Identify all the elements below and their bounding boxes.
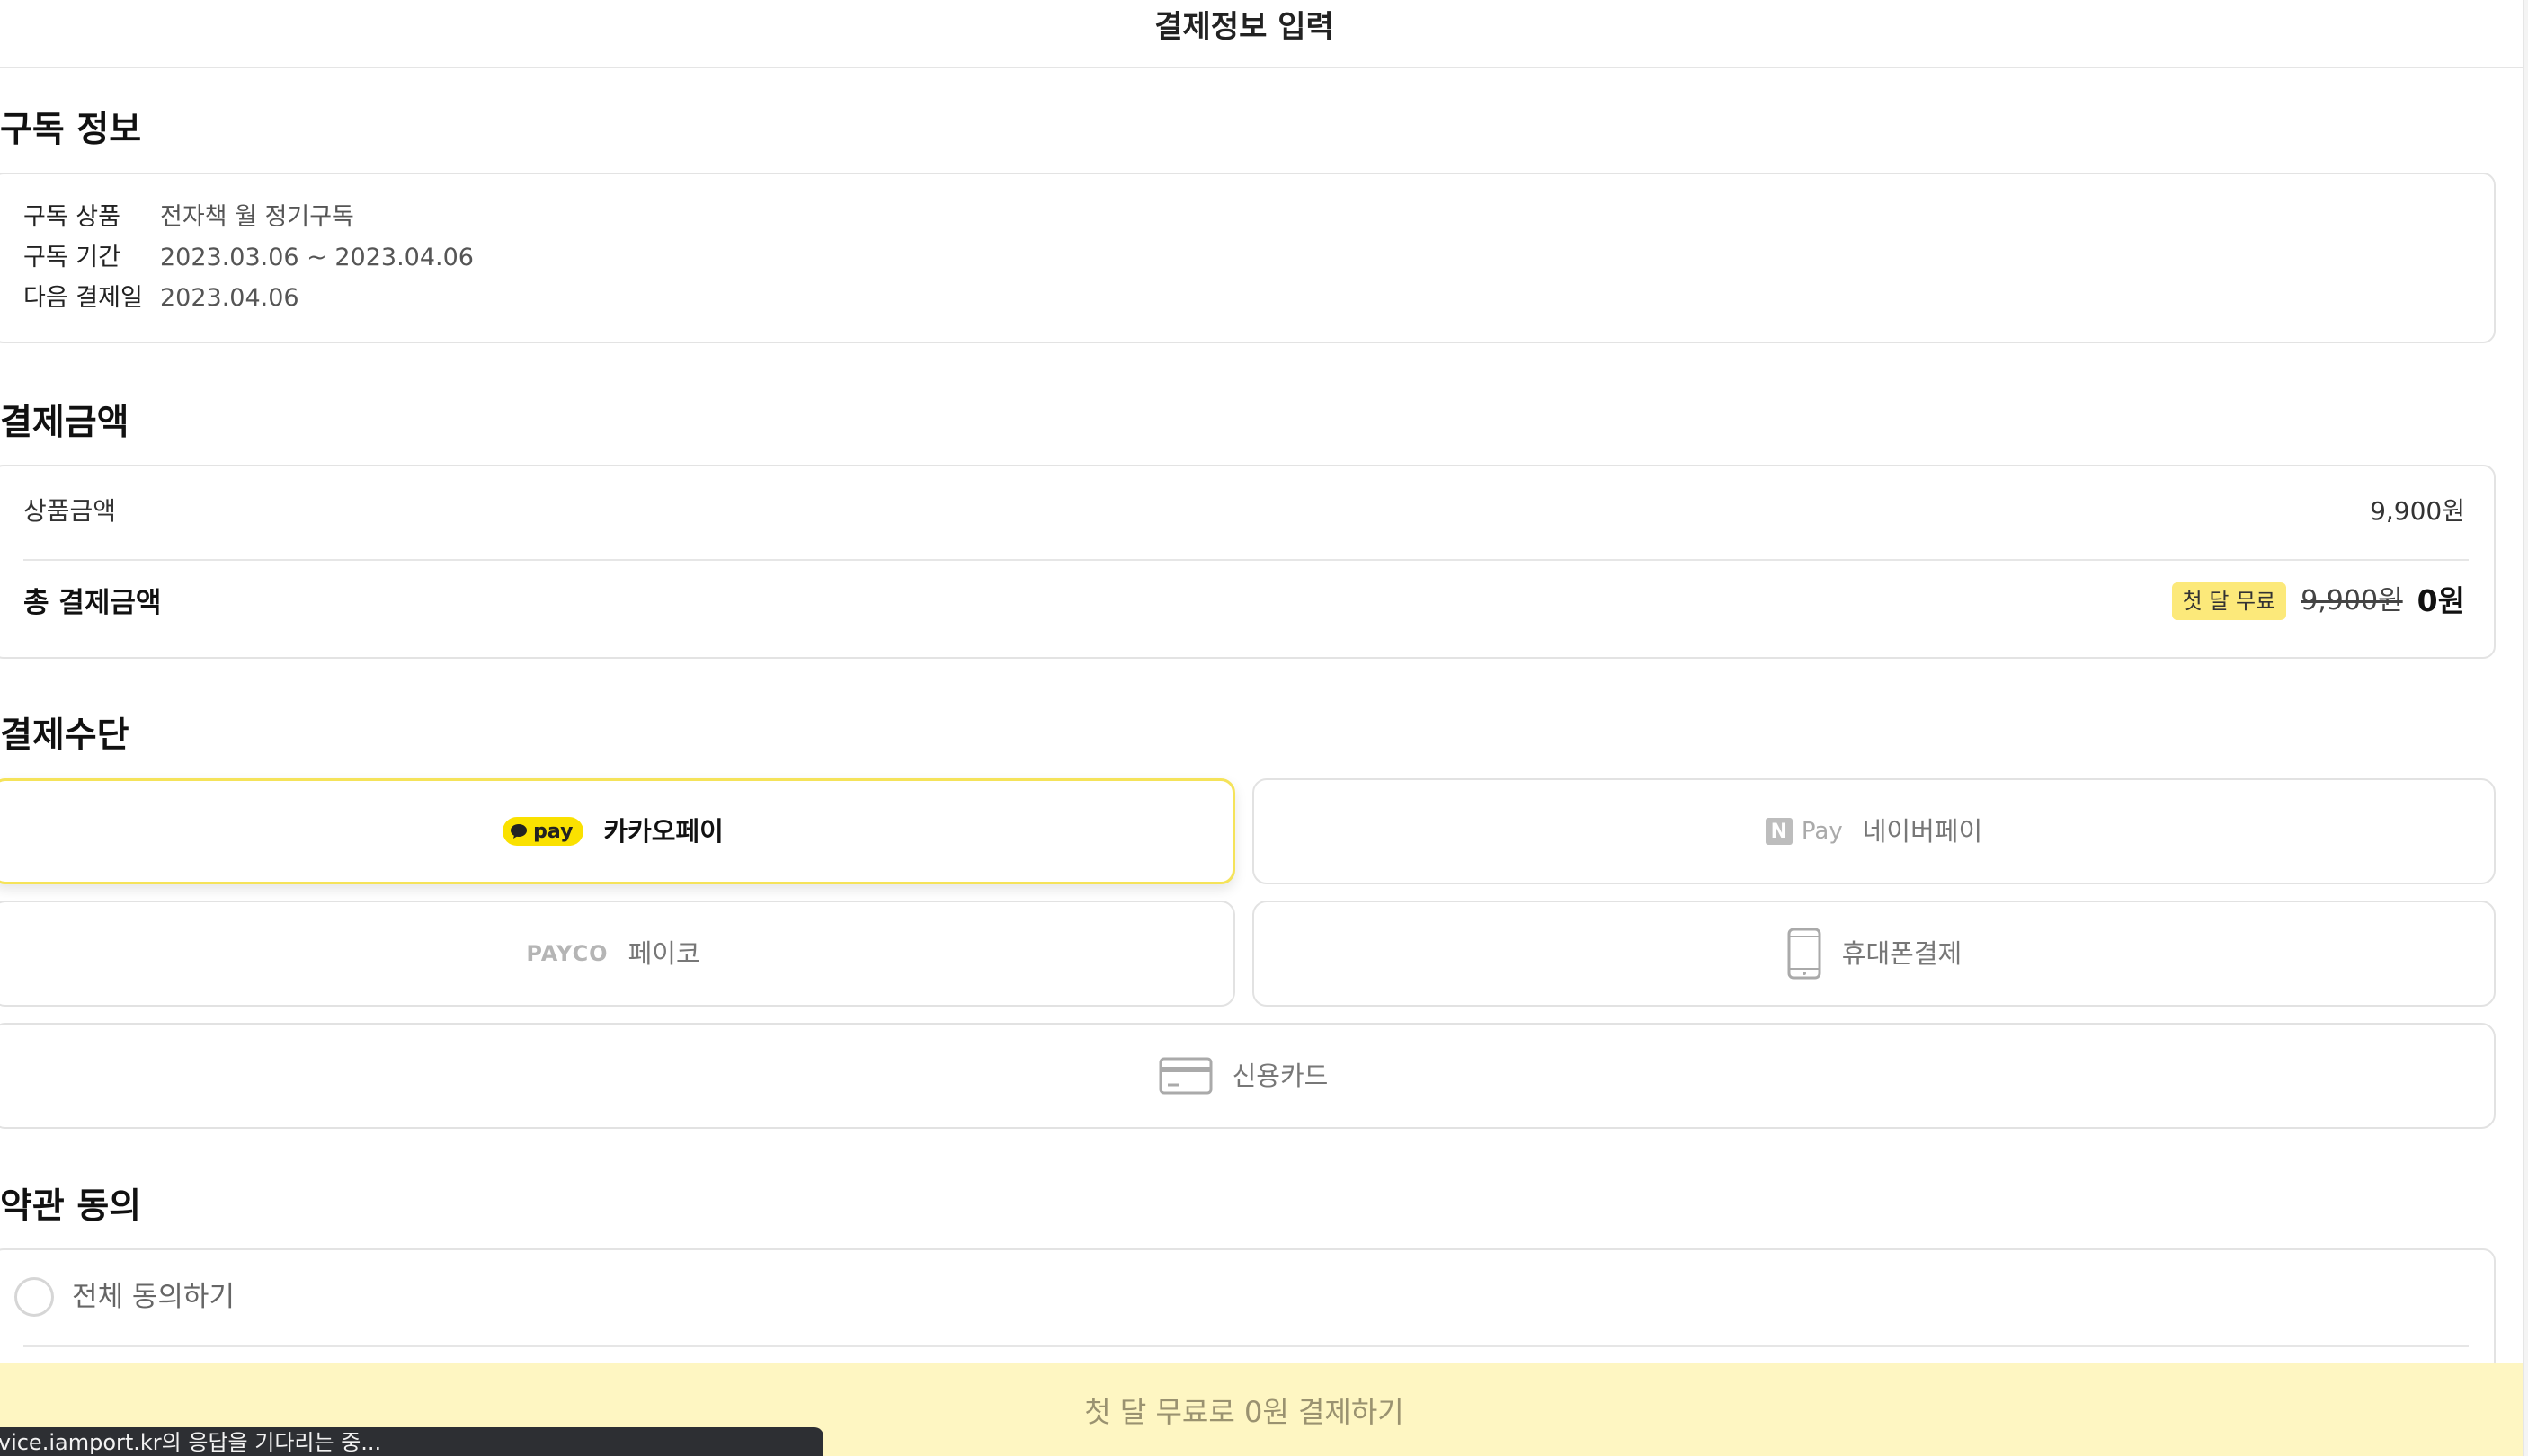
- status-text: rvice.iamport.kr의 응답을 기다리는 중...: [0, 1430, 382, 1455]
- credit-card-label: 신용카드: [1232, 1061, 1329, 1091]
- next-payment-row: 다음 결제일 2023.04.06: [23, 279, 299, 318]
- credit-card-button[interactable]: 신용카드: [0, 1023, 2496, 1129]
- payco-button[interactable]: PAYCO 페이코: [0, 901, 1235, 1007]
- final-price: 0원: [2417, 583, 2465, 618]
- subscription-period-value: 2023.03.06 ~ 2023.04.06: [160, 244, 474, 271]
- pay-now-label: 첫 달 무료로 0원 결제하기: [1084, 1395, 1404, 1429]
- next-payment-value: 2023.04.06: [160, 284, 299, 312]
- kakaopay-button[interactable]: pay 카카오페이: [0, 778, 1235, 884]
- subscription-info-card: 구독 상품 전자책 월 정기구독 구독 기간 2023.03.06 ~ 2023.0…: [0, 173, 2496, 343]
- browser-status-bar: rvice.iamport.kr의 응답을 기다리는 중...: [0, 1427, 823, 1456]
- kakao-pay-logo: pay: [503, 817, 584, 846]
- total-amount-label: 총 결제금액: [23, 587, 162, 619]
- agree-all-checkbox[interactable]: [14, 1277, 54, 1317]
- amount-divider: [23, 559, 2469, 561]
- naver-n-icon: N: [1765, 818, 1793, 845]
- amount-card: 상품금액 9,900원 총 결제금액 첫 달 무료 9,900원 0원: [0, 465, 2496, 659]
- terms-divider: [23, 1345, 2469, 1347]
- total-amount-group: 첫 달 무료 9,900원 0원: [2171, 580, 2465, 623]
- payment-method-section-title: 결제수단: [0, 715, 129, 756]
- subscription-product-label: 구독 상품: [23, 203, 120, 231]
- terms-section-title: 약관 동의: [0, 1186, 142, 1227]
- kakao-pay-logo-text: pay: [533, 820, 574, 843]
- payco-logo: PAYCO: [526, 941, 609, 966]
- original-price: 9,900원: [2301, 585, 2403, 617]
- subscription-period-row: 구독 기간 2023.03.06 ~ 2023.04.06: [23, 238, 474, 278]
- naver-pay-logo: N Pay: [1765, 818, 1843, 845]
- right-gutter: [2523, 0, 2528, 1456]
- subscription-section-title: 구독 정보: [0, 110, 142, 150]
- payco-label: 페이코: [628, 938, 700, 969]
- naverpay-label: 네이버페이: [1862, 816, 1983, 847]
- page-header: 결제정보 입력: [0, 0, 2523, 68]
- phone-payment-button[interactable]: 휴대폰결제: [1252, 901, 2496, 1007]
- first-month-free-badge: 첫 달 무료: [2171, 582, 2287, 620]
- product-amount-label: 상품금액: [23, 496, 117, 526]
- next-payment-label: 다음 결제일: [23, 284, 143, 312]
- payment-page: 결제정보 입력 구독 정보 구독 상품 전자책 월 정기구독 구독 기간 2023.…: [0, 0, 2528, 1456]
- naver-pay-logo-text: Pay: [1801, 818, 1843, 845]
- mobile-phone-icon: [1787, 928, 1821, 980]
- amount-section-title: 결제금액: [0, 403, 129, 443]
- product-amount-value: 9,900원: [2370, 496, 2465, 526]
- subscription-product-value: 전자책 월 정기구독: [160, 203, 354, 231]
- speech-bubble-icon: [511, 824, 528, 839]
- page-title: 결제정보 입력: [1154, 9, 1334, 45]
- naverpay-button[interactable]: N Pay 네이버페이: [1252, 778, 2496, 884]
- credit-card-icon: [1159, 1057, 1213, 1095]
- subscription-product-row: 구독 상품 전자책 월 정기구독: [23, 198, 354, 237]
- agree-all-label[interactable]: 전체 동의하기: [72, 1277, 235, 1317]
- kakaopay-label: 카카오페이: [603, 816, 724, 847]
- phone-payment-label: 휴대폰결제: [1841, 938, 1963, 969]
- subscription-period-label: 구독 기간: [23, 244, 120, 271]
